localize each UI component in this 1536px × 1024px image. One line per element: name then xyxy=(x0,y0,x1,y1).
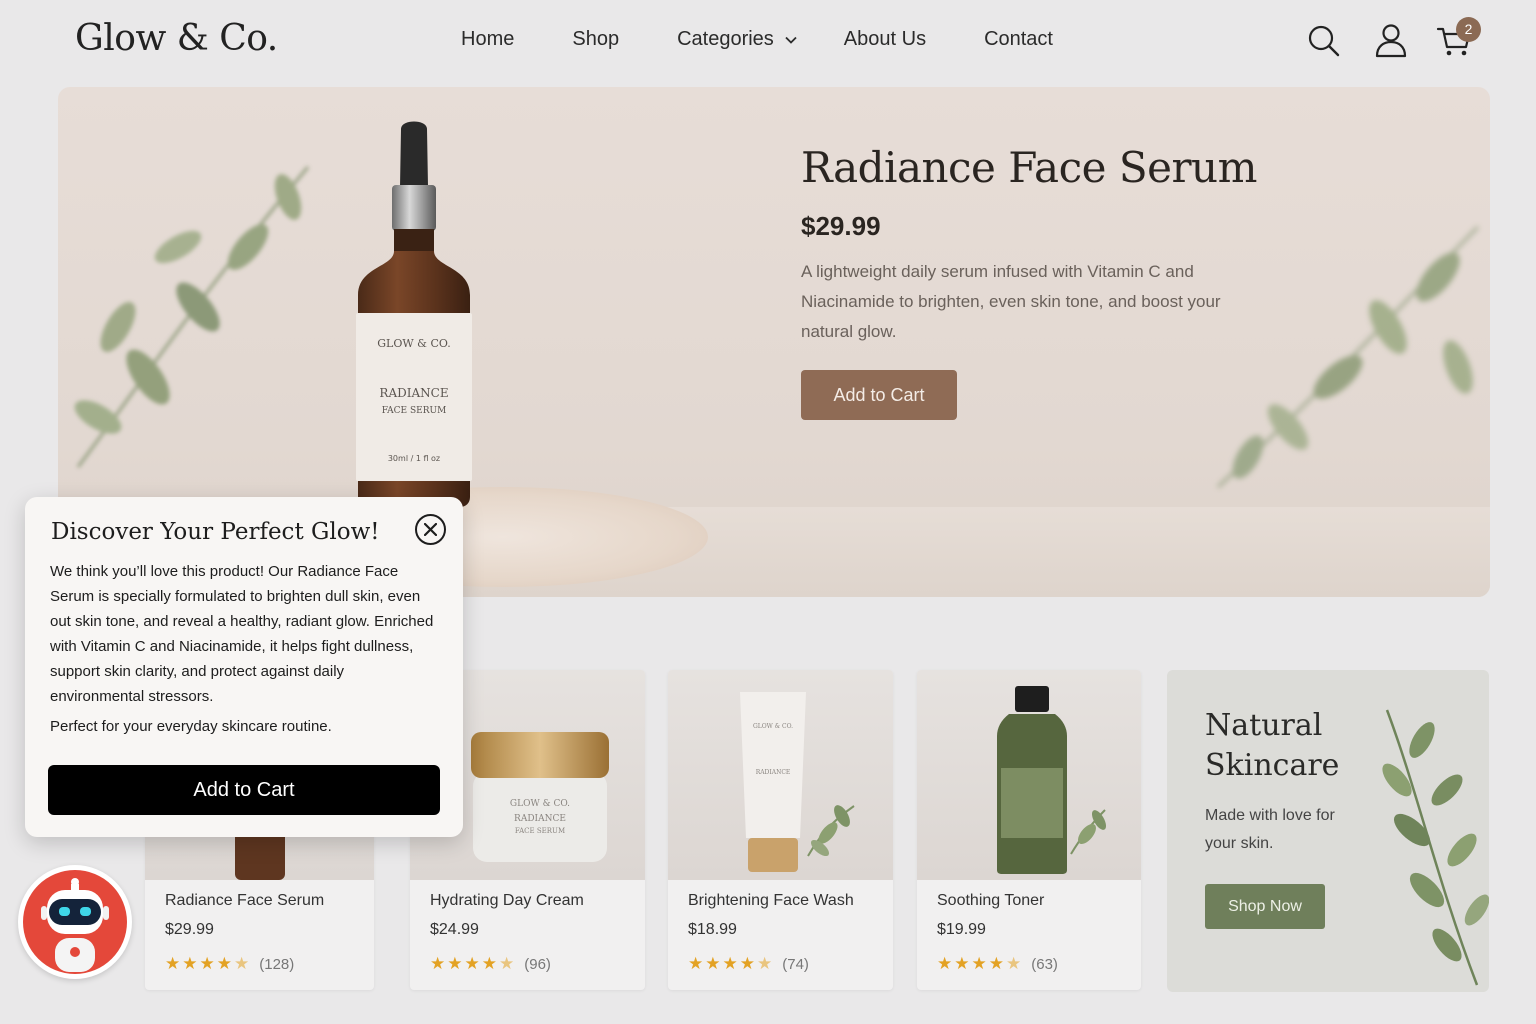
star-icon: ★ xyxy=(722,954,738,973)
product-name[interactable]: Brightening Face Wash xyxy=(688,892,854,910)
review-count: (128) xyxy=(259,955,295,973)
nav-contact[interactable]: Contact xyxy=(984,28,1053,51)
robot-icon xyxy=(23,870,127,974)
product-rating: ★ ★ ★ ★ ★ (63) xyxy=(937,954,1058,974)
star-icon: ★ xyxy=(739,954,755,973)
product-rating: ★ ★ ★ ★ ★ (96) xyxy=(430,954,551,974)
chatbot-button[interactable] xyxy=(18,865,132,979)
star-icon: ★ xyxy=(165,954,181,973)
svg-text:RADIANCE: RADIANCE xyxy=(514,814,566,824)
search-icon[interactable] xyxy=(1305,22,1341,58)
popup-body: We think you’ll love this product! Our R… xyxy=(50,563,434,705)
star-icon: ★ xyxy=(971,954,987,973)
product-card[interactable]: Soothing Toner $19.99 ★ ★ ★ ★ ★ (63) xyxy=(917,670,1141,990)
bottle-label-subname: FACE SERUM xyxy=(382,406,447,416)
cream-jar-image: GLOW & CO. RADIANCE FACE SERUM xyxy=(471,732,609,862)
toner-bottle-image xyxy=(997,686,1106,874)
star-icon: ★ xyxy=(430,954,446,973)
product-name[interactable]: Hydrating Day Cream xyxy=(430,892,584,910)
hero-price: $29.99 xyxy=(801,211,881,241)
review-count: (63) xyxy=(1031,955,1058,973)
product-image xyxy=(917,670,1141,880)
chevron-down-icon xyxy=(785,36,797,44)
star-icon: ★ xyxy=(199,954,215,973)
star-icon: ★ xyxy=(182,954,198,973)
star-icon: ★ xyxy=(688,954,704,973)
nav-categories-label: Categories xyxy=(677,28,774,50)
bottle-label-volume: 30ml / 1 fl oz xyxy=(388,454,440,463)
svg-text:RADIANCE: RADIANCE xyxy=(756,769,791,776)
star-icon: ★ xyxy=(447,954,463,973)
product-name[interactable]: Soothing Toner xyxy=(937,892,1044,910)
half-star-icon: ★ xyxy=(1006,954,1022,973)
product-rating: ★ ★ ★ ★ ★ (74) xyxy=(688,954,809,974)
nav-categories[interactable]: Categories xyxy=(677,28,798,51)
close-icon[interactable] xyxy=(415,514,446,545)
product-name[interactable]: Radiance Face Serum xyxy=(165,892,324,910)
star-icon: ★ xyxy=(937,954,953,973)
review-count: (74) xyxy=(782,955,809,973)
popup-note: Perfect for your everyday skincare routi… xyxy=(50,718,332,735)
nav-home[interactable]: Home xyxy=(461,28,514,51)
site-header: Glow & Co. Home Shop Categories About Us… xyxy=(0,0,1536,84)
bottle-label-brand: GLOW & CO. xyxy=(377,337,451,350)
product-rating: ★ ★ ★ ★ ★ (128) xyxy=(165,954,294,974)
product-price: $24.99 xyxy=(430,921,479,938)
svg-text:GLOW & CO.: GLOW & CO. xyxy=(753,723,793,730)
svg-text:FACE SERUM: FACE SERUM xyxy=(515,827,565,835)
nav-about-label: About Us xyxy=(843,28,927,50)
half-star-icon: ★ xyxy=(234,954,250,973)
star-icon: ★ xyxy=(481,954,497,973)
user-icon[interactable] xyxy=(1373,22,1409,58)
half-star-icon: ★ xyxy=(499,954,515,973)
star-icon: ★ xyxy=(954,954,970,973)
nav-about[interactable]: About Us xyxy=(844,28,926,51)
hero-title: Radiance Face Serum xyxy=(801,143,1257,192)
serum-bottle-image: GLOW & CO. RADIANCE FACE SERUM 30ml / 1 … xyxy=(356,121,472,507)
hero-add-to-cart-button[interactable]: Add to Cart xyxy=(801,370,957,420)
star-icon: ★ xyxy=(988,954,1004,973)
product-card[interactable]: GLOW & CO. RADIANCE Brightening Face Was… xyxy=(668,670,893,990)
nav-shop-label: Shop xyxy=(572,28,620,50)
promo-tile: Natural Skincare Made with love for your… xyxy=(1167,670,1489,992)
nav-home-label: Home xyxy=(461,28,515,50)
leaf-decoration-promo xyxy=(1382,709,1489,986)
cart-count-badge: 2 xyxy=(1456,17,1481,42)
svg-text:GLOW & CO.: GLOW & CO. xyxy=(510,799,570,809)
shop-now-button[interactable]: Shop Now xyxy=(1205,884,1325,929)
half-star-icon: ★ xyxy=(757,954,773,973)
leaf-decoration-left xyxy=(74,166,310,468)
product-recommendation-popup: Discover Your Perfect Glow! We think you… xyxy=(25,497,463,837)
star-icon: ★ xyxy=(216,954,232,973)
promo-subtitle: Made with love for your skin. xyxy=(1205,807,1335,852)
product-price: $18.99 xyxy=(688,921,737,938)
review-count: (96) xyxy=(524,955,551,973)
bottle-label-name: RADIANCE xyxy=(379,386,448,400)
main-nav: Home Shop Categories About Us Contact xyxy=(461,28,1111,51)
promo-title: Natural Skincare xyxy=(1205,708,1340,783)
face-wash-tube-image: GLOW & CO. RADIANCE xyxy=(740,692,855,872)
nav-shop[interactable]: Shop xyxy=(572,28,619,51)
product-price: $19.99 xyxy=(937,921,986,938)
nav-contact-label: Contact xyxy=(984,28,1053,50)
popup-add-to-cart-button[interactable]: Add to Cart xyxy=(48,765,440,815)
star-icon: ★ xyxy=(464,954,480,973)
leaf-decoration-right xyxy=(1216,225,1480,489)
product-image: GLOW & CO. RADIANCE xyxy=(668,670,893,880)
star-icon: ★ xyxy=(705,954,721,973)
popup-title: Discover Your Perfect Glow! xyxy=(51,519,380,545)
site-logo[interactable]: Glow & Co. xyxy=(75,18,278,59)
hero-description: A lightweight daily serum infused with V… xyxy=(801,262,1221,341)
product-price: $29.99 xyxy=(165,921,214,938)
